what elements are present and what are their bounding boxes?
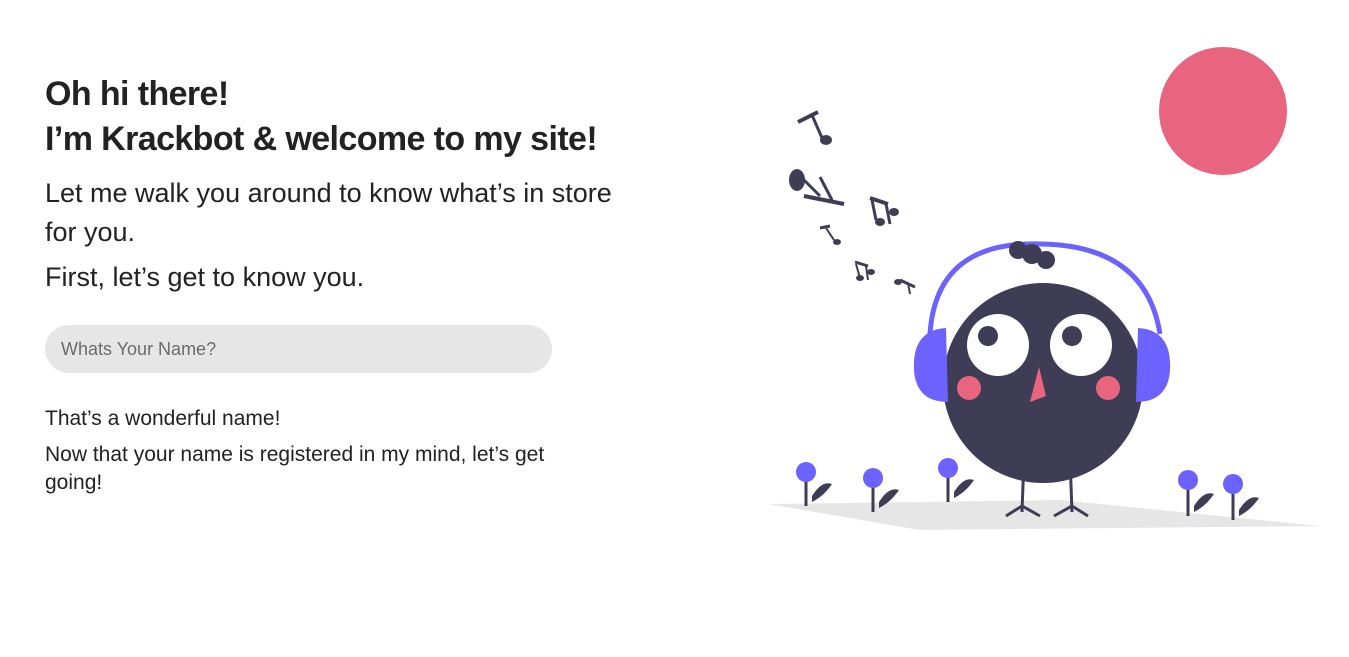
heading-line-1: Oh hi there! <box>45 75 229 113</box>
right-eye <box>1050 314 1112 376</box>
music-note-5 <box>854 260 875 281</box>
music-note-6 <box>894 278 916 295</box>
flower-1 <box>796 462 832 506</box>
left-cheek <box>957 376 981 400</box>
left-ear-cup <box>913 328 948 402</box>
intro-text: Let me walk you around to know what’s in… <box>45 178 612 247</box>
intro-know-text: First, let’s get to know you. <box>45 262 365 292</box>
heading-line-2: I’m Krackbot & welcome to my site! <box>45 120 598 158</box>
sun-circle <box>1159 47 1287 175</box>
ground-shadow <box>768 500 1320 530</box>
welcome-heading: Oh hi there! I’m Krackbot & welcome to m… <box>45 72 625 162</box>
page: Oh hi there! I’m Krackbot & welcome to m… <box>0 0 1349 657</box>
response-followup-text: Now that your name is registered in my m… <box>45 443 545 494</box>
music-notes <box>789 110 916 295</box>
name-input[interactable] <box>45 325 552 373</box>
flower-4 <box>1178 470 1214 516</box>
flower-3 <box>938 458 974 502</box>
music-note-2 <box>789 169 845 206</box>
music-note-3 <box>869 196 899 226</box>
response-text: That’s a wonderful name! <box>45 407 281 430</box>
right-ear-cup <box>1136 328 1171 402</box>
music-note-4 <box>819 224 841 245</box>
right-pupil <box>1062 326 1082 346</box>
krackbot-illustration <box>768 47 1320 530</box>
right-cheek <box>1096 376 1120 400</box>
welcome-panel: Oh hi there! I’m Krackbot & welcome to m… <box>45 72 625 497</box>
flower-5 <box>1223 474 1259 520</box>
left-eye <box>967 314 1029 376</box>
music-note-1 <box>797 110 832 145</box>
left-pupil <box>978 326 998 346</box>
